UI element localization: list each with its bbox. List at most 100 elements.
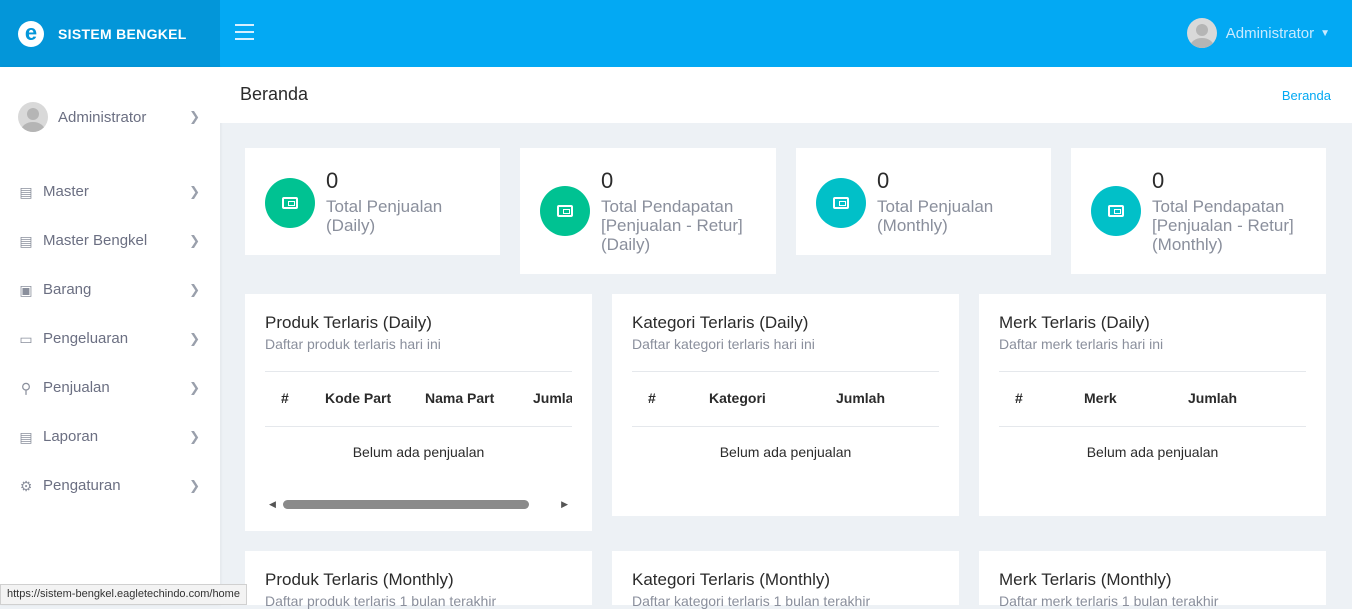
sidebar-item-label: Laporan [43, 428, 98, 445]
card-title: Kategori Terlaris (Daily) [632, 313, 808, 333]
card-subtitle: Daftar merk terlaris 1 bulan terakhir [999, 593, 1218, 609]
page-title: Beranda [240, 84, 308, 105]
horizontal-scrollbar[interactable]: ◀ ▶ [265, 497, 572, 511]
stat-label: Total Pendapatan [Penjualan - Retur] (Da… [601, 197, 766, 254]
page-header: Beranda Beranda [220, 67, 1352, 123]
chevron-right-icon: ❯ [189, 331, 200, 347]
hamburger-menu-icon[interactable] [235, 24, 254, 40]
card-title: Kategori Terlaris (Monthly) [632, 570, 830, 590]
card-merk-terlaris-daily: Merk Terlaris (Daily) Daftar merk terlar… [979, 294, 1326, 516]
column-header: # [1015, 390, 1023, 406]
stat-label: Total Penjualan (Daily) [326, 197, 491, 235]
sidebar-item-label: Pengaturan [43, 477, 121, 494]
card-subtitle: Daftar kategori terlaris hari ini [632, 336, 815, 352]
column-header: Merk [1084, 390, 1117, 406]
chevron-right-icon: ❯ [189, 184, 200, 200]
scroll-left-icon[interactable]: ◀ [269, 499, 276, 510]
stat-card-pendapatan-daily: 0 Total Pendapatan [Penjualan - Retur] (… [520, 148, 776, 274]
stat-label: Total Pendapatan [Penjualan - Retur] (Mo… [1152, 197, 1317, 254]
empty-message: Belum ada penjualan [632, 444, 939, 460]
report-icon: ▤ [18, 429, 34, 445]
chevron-right-icon: ❯ [189, 233, 200, 249]
column-header: Jumlah [533, 390, 572, 406]
table-header: # Kategori Jumlah [632, 371, 939, 427]
credit-card-icon: ▭ [18, 331, 34, 347]
sidebar-item-master-bengkel[interactable]: ▤ Master Bengkel ❯ [0, 216, 220, 265]
stat-card-penjualan-monthly: 0 Total Penjualan (Monthly) [796, 148, 1051, 255]
sidebar-item-barang[interactable]: ▣ Barang ❯ [0, 265, 220, 314]
wallet-icon [540, 186, 590, 236]
stat-card-pendapatan-monthly: 0 Total Pendapatan [Penjualan - Retur] (… [1071, 148, 1326, 274]
sidebar-item-label: Penjualan [43, 379, 110, 396]
stat-label: Total Penjualan (Monthly) [877, 197, 1042, 235]
card-subtitle: Daftar produk terlaris hari ini [265, 336, 441, 352]
list-icon: ▤ [18, 184, 34, 200]
top-navbar: e SISTEM BENGKEL Administrator ▼ [0, 0, 1352, 67]
user-name: Administrator [1226, 25, 1314, 42]
brand-name: SISTEM BENGKEL [58, 26, 187, 42]
sidebar-item-label: Pengeluaran [43, 330, 128, 347]
chevron-right-icon: ❯ [189, 282, 200, 298]
card-produk-terlaris-daily: Produk Terlaris (Daily) Daftar produk te… [245, 294, 592, 531]
stat-card-penjualan-daily: 0 Total Penjualan (Daily) [245, 148, 500, 255]
card-kategori-terlaris-monthly: Kategori Terlaris (Monthly) Daftar kateg… [612, 551, 959, 605]
sidebar-item-label: Barang [43, 281, 91, 298]
stat-value: 0 [877, 168, 889, 194]
sidebar-item-label: Master Bengkel [43, 232, 147, 249]
card-subtitle: Daftar kategori terlaris 1 bulan terakhi… [632, 593, 870, 609]
box-icon: ▣ [18, 282, 34, 298]
stat-value: 0 [326, 168, 338, 194]
chevron-right-icon: ❯ [189, 380, 200, 396]
empty-message: Belum ada penjualan [999, 444, 1306, 460]
wallet-icon [265, 178, 315, 228]
column-header: # [648, 390, 656, 406]
column-header: Kategori [709, 390, 766, 406]
column-header: # [281, 390, 289, 406]
table-header: # Merk Jumlah [999, 371, 1306, 427]
card-subtitle: Daftar merk terlaris hari ini [999, 336, 1163, 352]
storage-icon: ▤ [18, 233, 34, 249]
card-title: Merk Terlaris (Monthly) [999, 570, 1172, 590]
stat-value: 0 [1152, 168, 1164, 194]
chevron-right-icon: ❯ [189, 429, 200, 445]
wallet-icon [816, 178, 866, 228]
breadcrumb[interactable]: Beranda [1282, 88, 1331, 103]
card-title: Merk Terlaris (Daily) [999, 313, 1150, 333]
sidebar-item-laporan[interactable]: ▤ Laporan ❯ [0, 412, 220, 461]
column-header: Jumlah [836, 390, 885, 406]
card-kategori-terlaris-daily: Kategori Terlaris (Daily) Daftar kategor… [612, 294, 959, 516]
scrollbar-thumb[interactable] [283, 500, 529, 509]
gear-icon: ⚙ [18, 478, 34, 494]
status-bar-url: https://sistem-bengkel.eagletechindo.com… [0, 584, 247, 605]
card-merk-terlaris-monthly: Merk Terlaris (Monthly) Daftar merk terl… [979, 551, 1326, 605]
sidebar-user[interactable]: Administrator ❯ [0, 67, 220, 167]
card-produk-terlaris-monthly: Produk Terlaris (Monthly) Daftar produk … [245, 551, 592, 605]
column-header: Nama Part [425, 390, 494, 406]
sidebar-user-name: Administrator [58, 109, 146, 126]
sidebar-item-pengaturan[interactable]: ⚙ Pengaturan ❯ [0, 461, 220, 510]
chevron-right-icon: ❯ [189, 478, 200, 494]
table-header: # Kode Part Nama Part Jumlah [265, 371, 572, 427]
avatar [18, 102, 48, 132]
sidebar-item-label: Master [43, 183, 89, 200]
column-header: Kode Part [325, 390, 391, 406]
stat-value: 0 [601, 168, 613, 194]
scroll-right-icon[interactable]: ▶ [561, 499, 568, 510]
card-title: Produk Terlaris (Monthly) [265, 570, 454, 590]
chevron-right-icon: ❯ [189, 109, 200, 125]
sidebar-item-pengeluaran[interactable]: ▭ Pengeluaran ❯ [0, 314, 220, 363]
avatar [1187, 18, 1217, 48]
empty-message: Belum ada penjualan [265, 444, 572, 460]
sidebar-item-master[interactable]: ▤ Master ❯ [0, 167, 220, 216]
sidebar-item-penjualan[interactable]: ⚲ Penjualan ❯ [0, 363, 220, 412]
sidebar: Administrator ❯ ▤ Master ❯ ▤ Master Beng… [0, 67, 220, 605]
brand-logo-icon: e [18, 21, 44, 47]
user-menu[interactable]: Administrator ▼ [1187, 18, 1330, 48]
cart-icon: ⚲ [18, 380, 34, 396]
chevron-down-icon: ▼ [1320, 28, 1330, 39]
card-subtitle: Daftar produk terlaris 1 bulan terakhir [265, 593, 496, 609]
wallet-icon [1091, 186, 1141, 236]
card-title: Produk Terlaris (Daily) [265, 313, 432, 333]
column-header: Jumlah [1188, 390, 1237, 406]
brand[interactable]: e SISTEM BENGKEL [0, 0, 220, 67]
